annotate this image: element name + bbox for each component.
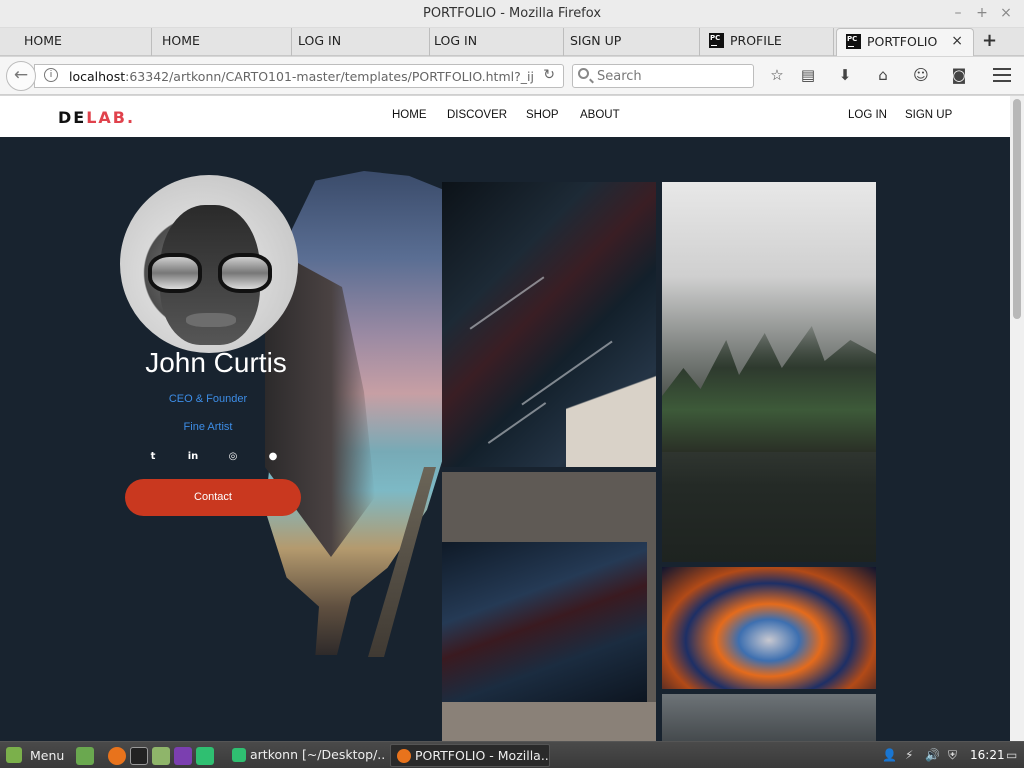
- painting-canvas: [442, 542, 647, 702]
- search-input[interactable]: Search: [572, 64, 754, 88]
- close-tab-icon[interactable]: ×: [951, 33, 963, 49]
- firefox-icon: [397, 749, 411, 763]
- linkedin-icon[interactable]: in: [185, 449, 201, 465]
- network-icon[interactable]: ⚡: [905, 748, 913, 762]
- navigation-toolbar: i localhost:63342/artkonn/CARTO101-maste…: [0, 57, 1024, 95]
- home-icon[interactable]: ⌂: [872, 66, 894, 84]
- tab-label: HOME: [24, 33, 62, 48]
- download-icon[interactable]: ⬇: [834, 66, 856, 84]
- bookmark-star-icon[interactable]: ☆: [766, 66, 788, 84]
- pycharm-icon: PC: [846, 34, 861, 49]
- user-icon[interactable]: 👤: [882, 748, 897, 762]
- forest-trees: [662, 326, 876, 452]
- reload-icon[interactable]: ↻: [543, 67, 555, 83]
- avatar-mouth: [186, 313, 236, 327]
- window-titlebar: PORTFOLIO - Mozilla Firefox – + ×: [0, 0, 1024, 28]
- window-title: PORTFOLIO - Mozilla Firefox: [422, 6, 602, 21]
- minimize-button[interactable]: –: [950, 5, 966, 21]
- display-icon[interactable]: ▭: [1006, 748, 1017, 762]
- task-label: artkonn [~/Desktop/...: [250, 747, 386, 762]
- taskbar-task-firefox[interactable]: PORTFOLIO - Mozilla...: [390, 744, 550, 767]
- tab-login-2[interactable]: LOG IN: [430, 28, 564, 56]
- floor-strip: [442, 702, 656, 741]
- web-page: DELAB. HOME DISCOVER SHOP ABOUT LOG IN S…: [0, 96, 1010, 741]
- chat-icon[interactable]: ☺: [910, 66, 932, 84]
- profile-subtitle: Fine Artist: [183, 421, 233, 433]
- pycharm-icon: [232, 748, 246, 762]
- hamburger-menu-icon[interactable]: [993, 68, 1011, 82]
- url-bar[interactable]: i localhost:63342/artkonn/CARTO101-maste…: [34, 64, 564, 88]
- pycharm-launcher-icon[interactable]: [196, 747, 214, 765]
- shield-icon[interactable]: ⛨: [948, 748, 957, 763]
- scrollbar-thumb[interactable]: [1013, 99, 1021, 319]
- start-menu-button[interactable]: Menu: [6, 747, 64, 763]
- tab-label: HOME: [162, 33, 200, 48]
- taskbar-clock: 16:21: [970, 748, 1005, 762]
- gallery-image-city-art[interactable]: [662, 567, 876, 689]
- tab-label: PORTFOLIO: [867, 34, 938, 49]
- signup-link[interactable]: SIGN UP: [905, 109, 952, 121]
- tab-portfolio[interactable]: PC PORTFOLIO ×: [836, 28, 974, 56]
- reader-list-icon[interactable]: ▤: [797, 66, 819, 84]
- search-placeholder: Search: [597, 69, 642, 84]
- contact-button[interactable]: Contact: [125, 479, 301, 516]
- site-header: DELAB. HOME DISCOVER SHOP ABOUT LOG IN S…: [0, 96, 1010, 137]
- tab-label: SIGN UP: [570, 33, 622, 48]
- url-path: :63342/artkonn/CARTO101-master/templates…: [125, 69, 534, 84]
- task-label: PORTFOLIO - Mozilla...: [415, 748, 550, 763]
- taskbar-task-terminal[interactable]: artkonn [~/Desktop/...: [226, 744, 386, 767]
- profile-name: John Curtis: [145, 347, 287, 378]
- show-desktop-icon[interactable]: [76, 747, 94, 765]
- nav-discover-link[interactable]: DISCOVER: [447, 109, 507, 121]
- back-button[interactable]: ←: [6, 61, 36, 91]
- tab-label: PROFILE: [730, 33, 782, 48]
- gallery-image-misty-forest[interactable]: [662, 182, 876, 562]
- logo-red: LAB.: [86, 108, 136, 127]
- firefox-launcher-icon[interactable]: [108, 747, 126, 765]
- gallery-image-canvas-on-wall[interactable]: [442, 472, 656, 741]
- search-icon: [578, 68, 589, 79]
- tab-profile[interactable]: PC PROFILE: [700, 28, 834, 56]
- avatar: [120, 175, 298, 353]
- nav-shop-link[interactable]: SHOP: [526, 109, 559, 121]
- maximize-button[interactable]: +: [974, 5, 990, 21]
- terminal-launcher-icon[interactable]: [130, 747, 148, 765]
- login-link[interactable]: LOG IN: [848, 109, 887, 121]
- new-tab-button[interactable]: +: [982, 30, 997, 51]
- close-window-button[interactable]: ×: [998, 5, 1014, 21]
- tab-home-1[interactable]: HOME: [0, 28, 152, 56]
- files-launcher-icon[interactable]: [152, 747, 170, 765]
- tab-bar: HOME HOME LOG IN LOG IN SIGN UP PC PROFI…: [0, 28, 1024, 56]
- nav-home-link[interactable]: HOME: [392, 109, 427, 121]
- snapchat-icon[interactable]: ●: [265, 449, 281, 465]
- tab-login-1[interactable]: LOG IN: [292, 28, 430, 56]
- info-icon[interactable]: i: [44, 68, 58, 82]
- tab-signup[interactable]: SIGN UP: [564, 28, 700, 56]
- gallery-image-cloudy-sky[interactable]: [662, 694, 876, 741]
- gallery-image-abstract-paint[interactable]: [442, 182, 656, 467]
- mint-menu-icon: [6, 747, 22, 763]
- tab-label: LOG IN: [298, 33, 342, 48]
- url-host: localhost: [69, 69, 126, 84]
- logo-dark: DE: [58, 108, 87, 127]
- twitter-icon[interactable]: t: [145, 449, 161, 465]
- pycharm-icon: PC: [709, 33, 724, 48]
- site-logo[interactable]: DELAB.: [58, 108, 135, 127]
- nav-about-link[interactable]: ABOUT: [580, 109, 620, 121]
- profile-section: John Curtis CEO & Founder Fine Artist t …: [0, 137, 1010, 741]
- profile-title: CEO & Founder: [168, 393, 248, 405]
- sunglasses-graphic: [148, 253, 272, 293]
- url-text: localhost:63342/artkonn/CARTO101-master/…: [69, 69, 534, 84]
- os-taskbar: Menu artkonn [~/Desktop/... PORTFOLIO - …: [0, 741, 1024, 768]
- phpstorm-launcher-icon[interactable]: [174, 747, 192, 765]
- pocket-icon[interactable]: ◙: [948, 66, 970, 84]
- tab-label: LOG IN: [434, 33, 478, 48]
- menu-label: Menu: [30, 748, 65, 763]
- page-scrollbar[interactable]: [1010, 96, 1024, 741]
- volume-icon[interactable]: 🔊: [925, 748, 940, 762]
- tab-home-2[interactable]: HOME: [152, 28, 292, 56]
- instagram-icon[interactable]: ◎: [225, 449, 241, 465]
